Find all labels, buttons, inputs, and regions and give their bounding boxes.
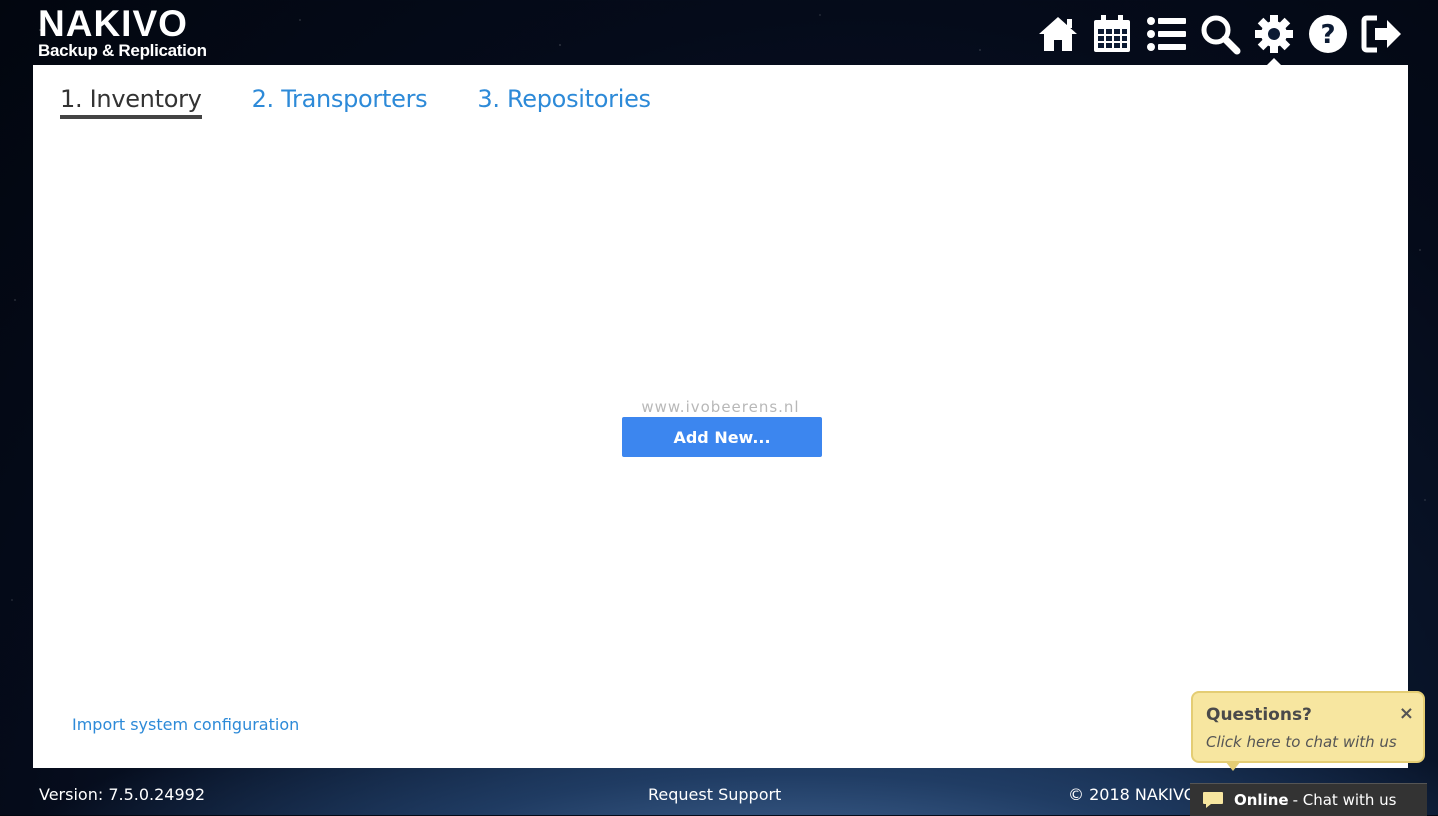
watermark: www.ivobeerens.nl	[641, 398, 800, 416]
list-icon	[1147, 17, 1186, 51]
home-button[interactable]	[1036, 12, 1080, 56]
chat-status: Online	[1234, 791, 1289, 809]
tab-transporters[interactable]: 2. Transporters	[252, 85, 428, 119]
svg-text:?: ?	[1320, 20, 1335, 50]
chat-icon	[1203, 792, 1223, 808]
list-button[interactable]	[1144, 12, 1188, 56]
gear-icon	[1255, 15, 1293, 53]
import-config-link[interactable]: Import system configuration	[72, 715, 299, 734]
settings-button[interactable]	[1252, 12, 1296, 66]
logout-icon	[1361, 15, 1401, 53]
help-icon: ?	[1309, 15, 1347, 53]
logo-sub-text: Backup & Replication	[38, 41, 207, 60]
search-icon	[1201, 15, 1241, 55]
add-new-button[interactable]: Add New...	[622, 417, 822, 457]
tab-repositories[interactable]: 3. Repositories	[477, 85, 651, 119]
close-icon[interactable]: ×	[1399, 703, 1414, 724]
calendar-button[interactable]	[1090, 12, 1134, 56]
nakivo-logo[interactable]: NAKIVO Backup & Replication	[38, 3, 207, 60]
wizard-tabs: 1. Inventory 2. Transporters 3. Reposito…	[60, 85, 651, 119]
home-icon	[1039, 17, 1077, 51]
chat-bar[interactable]: Online - Chat with us	[1190, 783, 1427, 816]
chat-action: - Chat with us	[1292, 791, 1397, 809]
copyright-label: © 2018 NAKIVO	[1068, 785, 1197, 804]
logout-button[interactable]	[1360, 12, 1404, 56]
calendar-icon	[1094, 15, 1130, 52]
chat-prompt-bubble[interactable]: Questions? × Click here to chat with us	[1191, 691, 1425, 771]
chat-title: Questions?	[1206, 705, 1312, 725]
top-toolbar: ?	[1036, 12, 1404, 66]
main-panel: 1. Inventory 2. Transporters 3. Reposito…	[33, 65, 1408, 768]
version-label: Version: 7.5.0.24992	[39, 785, 206, 804]
logo-main-text: NAKIVO	[38, 3, 188, 44]
tab-inventory[interactable]: 1. Inventory	[60, 85, 202, 119]
chat-subtitle: Click here to chat with us	[1206, 733, 1397, 751]
help-button[interactable]: ?	[1306, 12, 1350, 56]
request-support-link[interactable]: Request Support	[648, 785, 781, 804]
search-button[interactable]	[1198, 12, 1242, 56]
